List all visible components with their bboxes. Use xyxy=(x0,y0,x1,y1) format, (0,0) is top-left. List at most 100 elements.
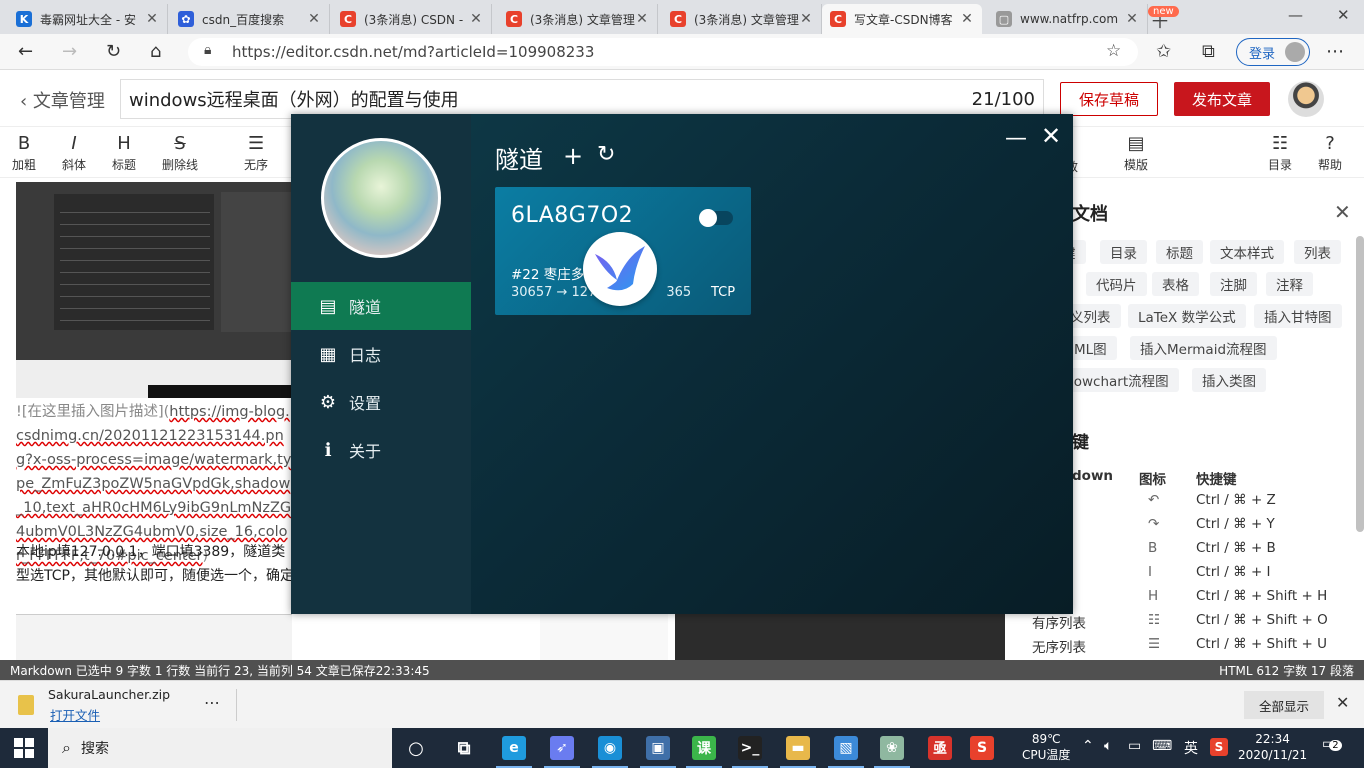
back-arrow-icon[interactable]: ← xyxy=(18,41,33,62)
toolbar-template-button[interactable]: ▤ 模版 xyxy=(1124,132,1148,173)
taskbar-search-box[interactable]: ⌕ 搜索 xyxy=(48,728,392,768)
toolbar-strikethrough-button[interactable]: S 删除线 xyxy=(162,132,198,173)
browser-tab[interactable]: C 写文章-CSDN博客 ✕ xyxy=(822,4,982,34)
browser-tab[interactable]: C (3条消息) 文章管理 ✕ xyxy=(662,4,822,34)
close-window-button[interactable]: ✕ xyxy=(1337,6,1350,24)
anime-app-icon[interactable]: ❀ xyxy=(874,736,910,768)
browser-tab[interactable]: C (3条消息) 文章管理 ✕ xyxy=(498,4,658,34)
browser-tab[interactable]: ▢ www.natfrp.com ✕ xyxy=(988,4,1148,34)
paragraph-text: 本地ip填127.0.0.1，端口填3389，隧道类型选TCP，其他默认即可，随… xyxy=(16,544,292,584)
network-icon[interactable]: ▭ xyxy=(1128,738,1141,754)
address-bar[interactable]: 🔒︎ https://editor.csdn.net/md?articleId=… xyxy=(188,38,1138,66)
help-topic-chip[interactable]: 表格 xyxy=(1152,272,1199,296)
toolbar-toc-button[interactable]: ☷ 目录 xyxy=(1268,132,1292,173)
help-topic-chip[interactable]: LaTeX 数学公式 xyxy=(1128,304,1246,328)
sakura-frp-icon[interactable]: ➶ xyxy=(544,736,580,768)
help-topic-chip[interactable]: 插入Mermaid流程图 xyxy=(1130,336,1277,360)
strikethrough-icon: S xyxy=(174,133,186,154)
launcher-nav-gear[interactable]: ⚙ 设置 xyxy=(291,378,471,426)
cortana-icon[interactable]: ○ xyxy=(404,736,428,760)
task-view-icon[interactable]: ⧉ xyxy=(452,736,476,760)
more-menu-icon[interactable]: ⋯ xyxy=(1326,41,1344,62)
favorites-list-icon[interactable]: ✩ xyxy=(1156,41,1171,62)
browser-tab[interactable]: ✿ csdn_百度搜索 ✕ xyxy=(170,4,330,34)
shortcut-glyph-icon: ☷ xyxy=(1148,612,1161,628)
wps-icon[interactable]: S xyxy=(970,736,994,760)
chevron-up-icon[interactable]: ⌃ xyxy=(1082,738,1094,754)
windows-start-icon[interactable] xyxy=(14,738,34,758)
user-avatar[interactable] xyxy=(1288,81,1324,117)
help-topic-chip[interactable]: 文本样式 xyxy=(1210,240,1284,264)
publish-button[interactable]: 发布文章 xyxy=(1174,82,1270,116)
toolbar-label: 目录 xyxy=(1268,158,1293,172)
launcher-nav-log[interactable]: ▦ 日志 xyxy=(291,330,471,378)
login-button[interactable]: 登录 xyxy=(1236,38,1310,66)
help-topic-chip[interactable]: 代码片 xyxy=(1086,272,1147,296)
tab-close-icon[interactable]: ✕ xyxy=(799,11,813,27)
ime-indicator[interactable]: 英 xyxy=(1184,738,1198,758)
tab-close-icon[interactable]: ✕ xyxy=(307,11,321,27)
panel-scrollbar[interactable] xyxy=(1356,236,1364,532)
help-topic-chip[interactable]: lowchart流程图 xyxy=(1060,368,1179,392)
add-tunnel-icon[interactable]: + xyxy=(563,142,583,170)
article-title-input[interactable]: windows远程桌面（外网）的配置与使用 21/100 xyxy=(120,79,1044,119)
refresh-icon[interactable]: ↻ xyxy=(597,142,615,167)
toolbar-italic-button[interactable]: I 斜体 xyxy=(62,132,86,173)
user-avatar-image xyxy=(321,138,441,258)
tab-close-icon[interactable]: ✕ xyxy=(469,11,483,27)
edge-icon[interactable]: e xyxy=(496,736,532,768)
help-topic-chip[interactable]: 插入甘特图 xyxy=(1254,304,1342,328)
sogou-ime-icon[interactable]: S xyxy=(1210,738,1228,756)
jinshan-app-icon[interactable]: 亟 xyxy=(928,736,952,760)
browser-tab[interactable]: K 毒霸网址大全 - 安 ✕ xyxy=(8,4,168,34)
image-viewer-icon[interactable]: ▧ xyxy=(828,736,864,768)
remote-desktop-icon[interactable]: ▣ xyxy=(640,736,676,768)
forward-arrow-icon[interactable]: → xyxy=(62,41,77,62)
help-topic-chip[interactable]: 注释 xyxy=(1266,272,1313,296)
chat-app-icon[interactable]: ◉ xyxy=(592,736,628,768)
csdn-icon: C xyxy=(340,11,356,27)
search-icon: ⌕ xyxy=(62,738,71,757)
volume-icon[interactable]: 🔈︎ xyxy=(1104,738,1112,754)
collections-icon[interactable]: ⧉ xyxy=(1202,41,1215,62)
tab-close-icon[interactable]: ✕ xyxy=(960,11,974,27)
show-all-downloads-button[interactable]: 全部显示 xyxy=(1244,691,1324,719)
tab-close-icon[interactable]: ✕ xyxy=(145,11,159,27)
help-topic-chip[interactable]: 列表 xyxy=(1294,240,1341,264)
embedded-screenshot-image-2 xyxy=(16,614,292,660)
minimize-icon[interactable]: — xyxy=(1005,126,1027,151)
toolbar-bold-button[interactable]: B 加粗 xyxy=(12,132,36,173)
tunnel-enable-toggle[interactable] xyxy=(699,209,733,227)
help-topic-chip[interactable]: 标题 xyxy=(1156,240,1203,264)
notification-icon[interactable]: ▭2 xyxy=(1322,736,1342,752)
editor-content-left[interactable]: ![在这里插入图片描述](https://img-blog.csdnimg.cn… xyxy=(0,178,292,660)
refresh-icon[interactable]: ↻ xyxy=(106,41,121,62)
zip-file-icon xyxy=(18,695,34,715)
help-topic-chip[interactable]: 插入类图 xyxy=(1192,368,1266,392)
tab-close-icon[interactable]: ✕ xyxy=(635,11,649,27)
launcher-nav-server[interactable]: ▤ 隧道 xyxy=(291,282,471,330)
favorite-star-icon[interactable]: ☆ xyxy=(1106,41,1121,61)
close-icon[interactable]: ✕ xyxy=(1041,122,1061,150)
toolbar-heading-button[interactable]: H 标题 xyxy=(112,132,136,173)
folder-icon[interactable]: ▬ xyxy=(780,736,816,768)
help-topic-chip[interactable]: 目录 xyxy=(1100,240,1147,264)
minimize-window-button[interactable]: — xyxy=(1288,6,1303,24)
more-options-icon[interactable]: ⋯ xyxy=(204,693,220,712)
system-clock[interactable]: 22:34 2020/11/21 xyxy=(1238,731,1307,763)
close-icon[interactable]: ✕ xyxy=(1334,200,1351,224)
toolbar-help-button[interactable]: ? 帮助 xyxy=(1318,132,1342,173)
keyboard-icon[interactable]: ⌨ xyxy=(1152,738,1172,754)
toolbar-unordered-list-button[interactable]: ☰ 无序 xyxy=(244,132,268,173)
ke-app-icon[interactable]: 课 xyxy=(686,736,722,768)
home-icon[interactable]: ⌂ xyxy=(150,41,161,62)
close-download-bar-icon[interactable]: ✕ xyxy=(1336,693,1349,712)
launcher-nav-info[interactable]: ℹ 关于 xyxy=(291,426,471,474)
save-draft-button[interactable]: 保存草稿 xyxy=(1060,82,1158,116)
terminal-icon[interactable]: >_ xyxy=(732,736,768,768)
open-file-link[interactable]: 打开文件 xyxy=(50,705,100,724)
browser-tab[interactable]: C (3条消息) CSDN - ✕ xyxy=(332,4,492,34)
back-to-article-manage[interactable]: ‹ 文章管理 xyxy=(20,87,105,113)
tab-close-icon[interactable]: ✕ xyxy=(1125,11,1139,27)
help-topic-chip[interactable]: 注脚 xyxy=(1210,272,1257,296)
